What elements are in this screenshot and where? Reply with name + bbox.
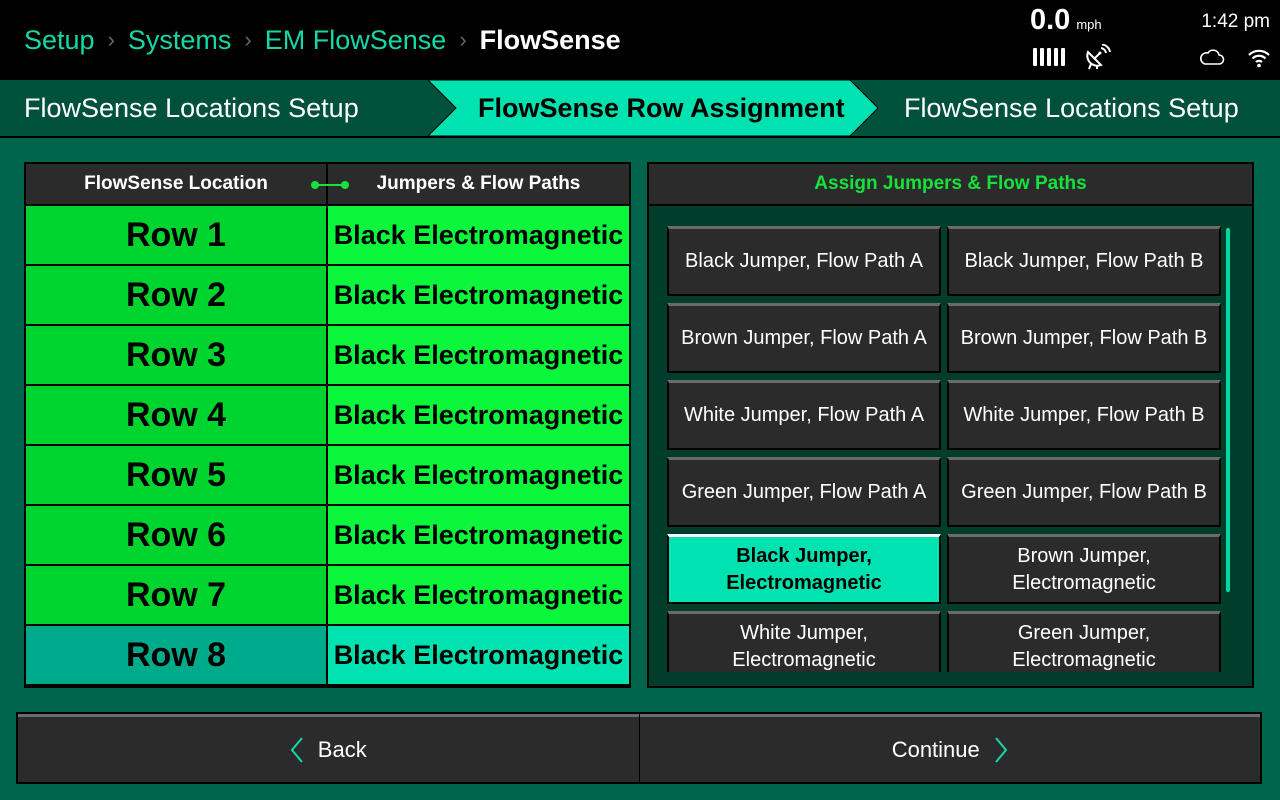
option-button[interactable]: Brown Jumper, Flow Path A	[667, 303, 941, 373]
cloud-icon	[1200, 49, 1225, 65]
step-row-assignment-active[interactable]: FlowSense Row Assignment	[478, 80, 845, 136]
option-button[interactable]: White Jumper, Electromagnetic	[667, 611, 941, 672]
table-header: FlowSense Location Jumpers & Flow Paths	[26, 164, 629, 206]
option-button[interactable]: Black Jumper, Flow Path A	[667, 226, 941, 296]
row-assignment-cell[interactable]: Black Electromagnetic	[328, 326, 629, 384]
clock: 1:42 pm	[1201, 11, 1270, 32]
option-button[interactable]: White Jumper, Flow Path B	[947, 380, 1221, 450]
row-assignment-cell[interactable]: Black Electromagnetic	[328, 566, 629, 624]
option-button[interactable]: Green Jumper, Flow Path A	[667, 457, 941, 527]
step-locations-setup-next[interactable]: FlowSense Locations Setup	[904, 80, 1239, 136]
table-row[interactable]: Row 1 Black Electromagnetic	[26, 206, 629, 264]
assign-options-grid: Black Jumper, Flow Path A Black Jumper, …	[667, 226, 1223, 672]
breadcrumb-separator-icon: ›	[244, 27, 252, 52]
satellite-dish-icon	[1086, 44, 1111, 70]
wifi-icon	[1248, 49, 1270, 68]
back-button[interactable]: Back	[18, 714, 639, 782]
header-jumpers-flow-paths: Jumpers & Flow Paths	[376, 173, 581, 194]
link-connector-icon	[311, 181, 349, 189]
chevron-left-icon	[290, 736, 303, 763]
table-row[interactable]: Row 2 Black Electromagnetic	[26, 266, 629, 324]
row-location-cell[interactable]: Row 4	[26, 386, 328, 444]
option-button[interactable]: Black Jumper, Flow Path B	[947, 226, 1221, 296]
row-assignment-cell[interactable]: Black Electromagnetic	[328, 206, 629, 264]
table-row[interactable]: Row 3 Black Electromagnetic	[26, 326, 629, 384]
assign-options-scroll-area[interactable]: Black Jumper, Flow Path A Black Jumper, …	[667, 226, 1223, 672]
row-location-cell[interactable]: Row 1	[26, 206, 328, 264]
breadcrumb-systems[interactable]: Systems	[128, 25, 232, 56]
continue-label: Continue	[891, 736, 980, 762]
row-location-cell[interactable]: Row 3	[26, 326, 328, 384]
header-flowsense-location: FlowSense Location	[26, 164, 328, 204]
speed-value: 0.0	[1030, 4, 1071, 36]
scrollbar[interactable]	[1226, 228, 1230, 592]
breadcrumb: Setup › Systems › EM FlowSense › FlowSen…	[24, 22, 621, 58]
speed-unit: mph	[1076, 17, 1102, 32]
breadcrumb-current: FlowSense	[479, 24, 621, 55]
option-button[interactable]: Brown Jumper, Electromagnetic	[947, 534, 1221, 604]
row-assignment-table: FlowSense Location Jumpers & Flow Paths …	[24, 162, 631, 688]
row-assignment-cell[interactable]: Black Electromagnetic	[328, 506, 629, 564]
back-label: Back	[317, 736, 367, 762]
row-location-cell[interactable]: Row 5	[26, 446, 328, 504]
footer-nav: Back Continue	[16, 712, 1262, 784]
assign-panel-title: Assign Jumpers & Flow Paths	[649, 164, 1252, 206]
row-location-cell[interactable]: Row 7	[26, 566, 328, 624]
signal-bars-icon	[1033, 48, 1065, 66]
option-button-selected[interactable]: Black Jumper, Electromagnetic	[667, 534, 941, 604]
table-row-selected[interactable]: Row 8 Black Electromagnetic	[26, 626, 629, 684]
row-assignment-cell[interactable]: Black Electromagnetic	[328, 386, 629, 444]
wizard-stepper: FlowSense Locations Setup FlowSense Row …	[0, 80, 1280, 138]
chevron-right-icon	[995, 736, 1008, 763]
row-location-cell[interactable]: Row 6	[26, 506, 328, 564]
option-button[interactable]: Green Jumper, Flow Path B	[947, 457, 1221, 527]
row-location-cell[interactable]: Row 8	[26, 626, 328, 684]
breadcrumb-separator-icon: ›	[107, 27, 115, 52]
top-status-bar: Setup › Systems › EM FlowSense › FlowSen…	[0, 0, 1280, 80]
option-button[interactable]: Green Jumper, Electromagnetic	[947, 611, 1221, 672]
table-row[interactable]: Row 7 Black Electromagnetic	[26, 566, 629, 624]
table-row[interactable]: Row 4 Black Electromagnetic	[26, 386, 629, 444]
row-assignment-cell[interactable]: Black Electromagnetic	[328, 626, 629, 684]
breadcrumb-em-flowsense[interactable]: EM FlowSense	[265, 25, 447, 56]
speed-readout: 0.0 mph	[1030, 4, 1102, 37]
row-assignment-cell[interactable]: Black Electromagnetic	[328, 266, 629, 324]
breadcrumb-setup[interactable]: Setup	[24, 25, 95, 56]
assign-panel: Assign Jumpers & Flow Paths Black Jumper…	[647, 162, 1254, 688]
table-row[interactable]: Row 6 Black Electromagnetic	[26, 506, 629, 564]
continue-button[interactable]: Continue	[639, 714, 1260, 782]
option-button[interactable]: White Jumper, Flow Path A	[667, 380, 941, 450]
table-row[interactable]: Row 5 Black Electromagnetic	[26, 446, 629, 504]
breadcrumb-separator-icon: ›	[459, 27, 467, 52]
option-button[interactable]: Brown Jumper, Flow Path B	[947, 303, 1221, 373]
row-assignment-cell[interactable]: Black Electromagnetic	[328, 446, 629, 504]
row-location-cell[interactable]: Row 2	[26, 266, 328, 324]
step-locations-setup-previous[interactable]: FlowSense Locations Setup	[24, 80, 359, 136]
